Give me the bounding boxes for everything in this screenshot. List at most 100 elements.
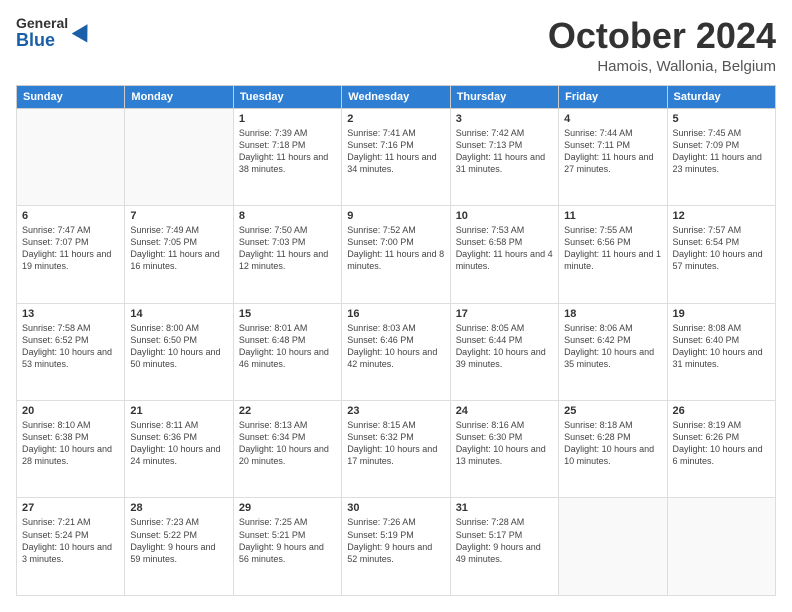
day-number: 21	[130, 405, 227, 417]
cell-content: Sunrise: 8:16 AM Sunset: 6:30 PM Dayligh…	[456, 419, 553, 468]
cell-content: Sunrise: 7:39 AM Sunset: 7:18 PM Dayligh…	[239, 127, 336, 176]
day-number: 1	[239, 113, 336, 125]
day-number: 19	[673, 308, 770, 320]
calendar-cell	[667, 498, 775, 596]
cell-content: Sunrise: 7:52 AM Sunset: 7:00 PM Dayligh…	[347, 224, 444, 273]
cell-content: Sunrise: 7:21 AM Sunset: 5:24 PM Dayligh…	[22, 516, 119, 565]
calendar-cell: 20 Sunrise: 8:10 AM Sunset: 6:38 PM Dayli…	[17, 401, 125, 498]
day-number: 27	[22, 502, 119, 514]
cell-content: Sunrise: 7:42 AM Sunset: 7:13 PM Dayligh…	[456, 127, 553, 176]
calendar-cell: 15 Sunrise: 8:01 AM Sunset: 6:48 PM Dayli…	[233, 303, 341, 400]
calendar-cell	[17, 108, 125, 205]
cell-content: Sunrise: 7:47 AM Sunset: 7:07 PM Dayligh…	[22, 224, 119, 273]
week-row-1: 6 Sunrise: 7:47 AM Sunset: 7:07 PM Daylig…	[17, 206, 776, 303]
calendar-cell: 2Sunrise: 7:41 AM Sunset: 7:16 PM Daylig…	[342, 108, 450, 205]
calendar-cell: 6 Sunrise: 7:47 AM Sunset: 7:07 PM Daylig…	[17, 206, 125, 303]
calendar-cell: 23Sunrise: 8:15 AM Sunset: 6:32 PM Dayli…	[342, 401, 450, 498]
cell-content: Sunrise: 7:50 AM Sunset: 7:03 PM Dayligh…	[239, 224, 336, 273]
calendar-cell: 25Sunrise: 8:18 AM Sunset: 6:28 PM Dayli…	[559, 401, 667, 498]
calendar-cell: 3Sunrise: 7:42 AM Sunset: 7:13 PM Daylig…	[450, 108, 558, 205]
day-number: 12	[673, 210, 770, 222]
header-day-saturday: Saturday	[667, 85, 775, 108]
cell-content: Sunrise: 7:44 AM Sunset: 7:11 PM Dayligh…	[564, 127, 661, 176]
day-number: 18	[564, 308, 661, 320]
calendar-cell: 13 Sunrise: 7:58 AM Sunset: 6:52 PM Dayli…	[17, 303, 125, 400]
week-row-2: 13 Sunrise: 7:58 AM Sunset: 6:52 PM Dayli…	[17, 303, 776, 400]
day-number: 25	[564, 405, 661, 417]
header-day-thursday: Thursday	[450, 85, 558, 108]
calendar-cell: 8 Sunrise: 7:50 AM Sunset: 7:03 PM Daylig…	[233, 206, 341, 303]
calendar-cell: 18 Sunrise: 8:06 AM Sunset: 6:42 PM Dayli…	[559, 303, 667, 400]
cell-content: Sunrise: 8:13 AM Sunset: 6:34 PM Dayligh…	[239, 419, 336, 468]
day-number: 22	[239, 405, 336, 417]
header-day-tuesday: Tuesday	[233, 85, 341, 108]
cell-content: Sunrise: 8:10 AM Sunset: 6:38 PM Dayligh…	[22, 419, 119, 468]
cell-content: Sunrise: 7:25 AM Sunset: 5:21 PM Dayligh…	[239, 516, 336, 565]
calendar-cell: 26 Sunrise: 8:19 AM Sunset: 6:26 PM Dayli…	[667, 401, 775, 498]
day-number: 15	[239, 308, 336, 320]
cell-content: Sunrise: 8:11 AM Sunset: 6:36 PM Dayligh…	[130, 419, 227, 468]
day-number: 8	[239, 210, 336, 222]
calendar-cell	[559, 498, 667, 596]
day-number: 24	[456, 405, 553, 417]
calendar-cell: 27 Sunrise: 7:21 AM Sunset: 5:24 PM Dayli…	[17, 498, 125, 596]
day-number: 13	[22, 308, 119, 320]
cell-content: Sunrise: 7:28 AM Sunset: 5:17 PM Dayligh…	[456, 516, 553, 565]
day-number: 31	[456, 502, 553, 514]
day-number: 28	[130, 502, 227, 514]
calendar-cell: 21 Sunrise: 8:11 AM Sunset: 6:36 PM Dayli…	[125, 401, 233, 498]
cell-content: Sunrise: 8:03 AM Sunset: 6:46 PM Dayligh…	[347, 322, 444, 371]
calendar-cell: 1 Sunrise: 7:39 AM Sunset: 7:18 PM Daylig…	[233, 108, 341, 205]
calendar-cell: 30 Sunrise: 7:26 AM Sunset: 5:19 PM Dayli…	[342, 498, 450, 596]
header-day-monday: Monday	[125, 85, 233, 108]
header: General Blue October 2024 Hamois, Wallon…	[16, 16, 776, 75]
day-number: 26	[673, 405, 770, 417]
calendar-cell: 24 Sunrise: 8:16 AM Sunset: 6:30 PM Dayli…	[450, 401, 558, 498]
cell-content: Sunrise: 8:05 AM Sunset: 6:44 PM Dayligh…	[456, 322, 553, 371]
page: General Blue October 2024 Hamois, Wallon…	[0, 0, 792, 612]
cell-content: Sunrise: 8:06 AM Sunset: 6:42 PM Dayligh…	[564, 322, 661, 371]
logo-general: General	[16, 16, 68, 31]
day-number: 16	[347, 308, 444, 320]
calendar-cell: 10Sunrise: 7:53 AM Sunset: 6:58 PM Dayli…	[450, 206, 558, 303]
day-number: 9	[347, 210, 444, 222]
calendar-cell: 11Sunrise: 7:55 AM Sunset: 6:56 PM Dayli…	[559, 206, 667, 303]
day-number: 2	[347, 113, 444, 125]
day-number: 4	[564, 113, 661, 125]
cell-content: Sunrise: 7:57 AM Sunset: 6:54 PM Dayligh…	[673, 224, 770, 273]
cell-content: Sunrise: 7:58 AM Sunset: 6:52 PM Dayligh…	[22, 322, 119, 371]
calendar-cell: 19 Sunrise: 8:08 AM Sunset: 6:40 PM Dayli…	[667, 303, 775, 400]
cell-content: Sunrise: 8:01 AM Sunset: 6:48 PM Dayligh…	[239, 322, 336, 371]
calendar-cell: 5Sunrise: 7:45 AM Sunset: 7:09 PM Daylig…	[667, 108, 775, 205]
cell-content: Sunrise: 8:19 AM Sunset: 6:26 PM Dayligh…	[673, 419, 770, 468]
cell-content: Sunrise: 8:08 AM Sunset: 6:40 PM Dayligh…	[673, 322, 770, 371]
calendar-cell: 14Sunrise: 8:00 AM Sunset: 6:50 PM Dayli…	[125, 303, 233, 400]
cell-content: Sunrise: 7:45 AM Sunset: 7:09 PM Dayligh…	[673, 127, 770, 176]
month-title: October 2024	[548, 16, 776, 56]
calendar-cell: 7Sunrise: 7:49 AM Sunset: 7:05 PM Daylig…	[125, 206, 233, 303]
day-number: 29	[239, 502, 336, 514]
calendar-cell: 9 Sunrise: 7:52 AM Sunset: 7:00 PM Daylig…	[342, 206, 450, 303]
header-day-friday: Friday	[559, 85, 667, 108]
calendar-cell	[125, 108, 233, 205]
day-number: 10	[456, 210, 553, 222]
header-row: SundayMondayTuesdayWednesdayThursdayFrid…	[17, 85, 776, 108]
day-number: 17	[456, 308, 553, 320]
calendar-cell: 17 Sunrise: 8:05 AM Sunset: 6:44 PM Dayli…	[450, 303, 558, 400]
day-number: 6	[22, 210, 119, 222]
week-row-3: 20 Sunrise: 8:10 AM Sunset: 6:38 PM Dayli…	[17, 401, 776, 498]
header-day-sunday: Sunday	[17, 85, 125, 108]
cell-content: Sunrise: 7:23 AM Sunset: 5:22 PM Dayligh…	[130, 516, 227, 565]
header-day-wednesday: Wednesday	[342, 85, 450, 108]
logo-icon	[72, 21, 94, 43]
calendar-cell: 22 Sunrise: 8:13 AM Sunset: 6:34 PM Dayli…	[233, 401, 341, 498]
calendar-table: SundayMondayTuesdayWednesdayThursdayFrid…	[16, 85, 776, 596]
cell-content: Sunrise: 7:49 AM Sunset: 7:05 PM Dayligh…	[130, 224, 227, 273]
cell-content: Sunrise: 7:26 AM Sunset: 5:19 PM Dayligh…	[347, 516, 444, 565]
calendar-cell: 29 Sunrise: 7:25 AM Sunset: 5:21 PM Dayli…	[233, 498, 341, 596]
logo-blue: Blue	[16, 31, 68, 51]
day-number: 30	[347, 502, 444, 514]
day-number: 20	[22, 405, 119, 417]
day-number: 23	[347, 405, 444, 417]
cell-content: Sunrise: 8:00 AM Sunset: 6:50 PM Dayligh…	[130, 322, 227, 371]
